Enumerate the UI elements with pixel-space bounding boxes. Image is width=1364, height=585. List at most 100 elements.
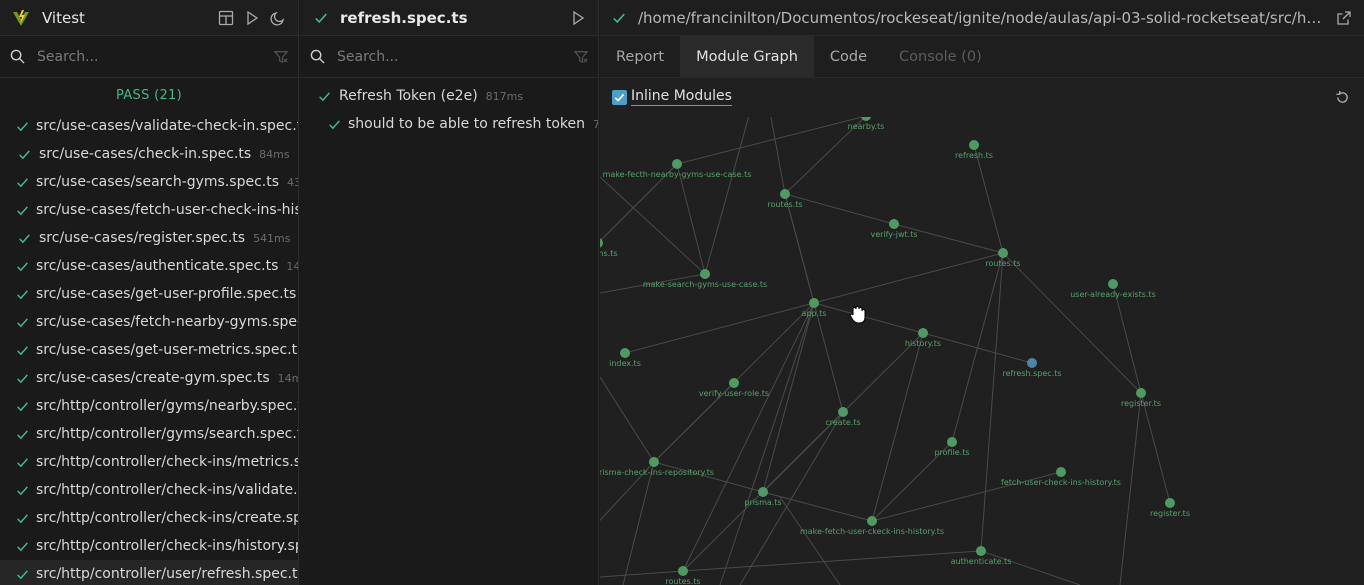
graph-node-dot[interactable] bbox=[918, 328, 928, 338]
test-search-input[interactable] bbox=[337, 48, 574, 65]
graph-node[interactable]: prisma.ts bbox=[744, 487, 782, 507]
tab-module-graph[interactable]: Module Graph bbox=[680, 36, 814, 77]
graph-node[interactable]: create.ts bbox=[825, 407, 861, 427]
graph-node-label: register.ts bbox=[1150, 509, 1190, 518]
graph-node-dot[interactable] bbox=[809, 298, 819, 308]
graph-node[interactable]: authenticate.ts bbox=[951, 546, 1012, 566]
file-row[interactable]: src/use-cases/search-gyms.spec.ts 43ms bbox=[0, 168, 298, 196]
file-row[interactable]: src/http/controller/gyms/search.spec.ts bbox=[0, 420, 298, 448]
test-row[interactable]: should to be able to refresh token 717ms bbox=[300, 110, 598, 138]
file-row[interactable]: src/use-cases/get-user-metrics.spec.ts bbox=[0, 336, 298, 364]
graph-node-dot[interactable] bbox=[780, 189, 790, 199]
run-spec-icon[interactable] bbox=[570, 10, 586, 26]
graph-node[interactable]: verify-user-role.ts bbox=[699, 378, 769, 398]
file-row[interactable]: src/use-cases/register.spec.ts 541ms bbox=[0, 224, 298, 252]
reset-graph-icon[interactable] bbox=[1335, 90, 1350, 105]
graph-node-dot[interactable] bbox=[678, 566, 688, 576]
graph-node-dot[interactable] bbox=[600, 238, 603, 248]
graph-node-label: make-search-gyms-use-case.ts bbox=[643, 280, 767, 289]
file-row[interactable]: src/http/controller/user/refresh.spec.ts bbox=[0, 560, 298, 585]
graph-node[interactable]: routes.ts bbox=[767, 189, 803, 209]
graph-node[interactable]: y-gyms.ts bbox=[600, 238, 618, 258]
graph-node-dot[interactable] bbox=[649, 457, 659, 467]
graph-node-dot[interactable] bbox=[867, 516, 877, 526]
file-row[interactable]: src/use-cases/validate-check-in.spec.ts bbox=[0, 112, 298, 140]
graph-node[interactable]: refresh.spec.ts bbox=[1002, 358, 1062, 378]
graph-node-dot[interactable] bbox=[729, 378, 739, 388]
graph-node[interactable]: routes.ts bbox=[665, 566, 701, 585]
graph-node-dot[interactable] bbox=[672, 159, 682, 169]
dark-mode-icon[interactable] bbox=[270, 10, 286, 26]
test-search-bar bbox=[300, 36, 598, 78]
pass-check-icon bbox=[16, 540, 29, 553]
graph-node-dot[interactable] bbox=[700, 269, 710, 279]
pass-check-icon bbox=[16, 372, 29, 385]
app-title: Vitest bbox=[42, 8, 85, 27]
module-graph[interactable]: nearby.ts refresh.ts make-fecth-nearby-gym… bbox=[600, 117, 1364, 585]
graph-node-dot[interactable] bbox=[838, 407, 848, 417]
filter-clear-icon[interactable] bbox=[274, 50, 288, 64]
run-all-icon[interactable] bbox=[244, 10, 260, 26]
graph-node[interactable]: prisma-check-ins-repository.ts bbox=[600, 457, 714, 477]
graph-node[interactable]: make-fecth-nearby-gyms-use-case.ts bbox=[603, 159, 752, 179]
tab-report[interactable]: Report bbox=[600, 36, 680, 77]
open-external-icon[interactable] bbox=[1336, 10, 1352, 26]
graph-node-dot[interactable] bbox=[861, 117, 871, 121]
graph-node[interactable]: refresh.ts bbox=[955, 140, 993, 160]
suite-row[interactable]: Refresh Token (e2e) 817ms bbox=[300, 82, 598, 110]
graph-node[interactable]: history.ts bbox=[905, 328, 941, 348]
pass-check-icon bbox=[16, 512, 29, 525]
graph-node-dot[interactable] bbox=[1108, 279, 1118, 289]
graph-node[interactable]: user-already-exists.ts bbox=[1070, 279, 1156, 299]
file-row[interactable]: src/http/controller/check-ins/validate.s… bbox=[0, 476, 298, 504]
file-search-input[interactable] bbox=[37, 48, 274, 65]
graph-node-label: index.ts bbox=[609, 359, 641, 368]
graph-node[interactable]: make-fetch-user-ckeck-ins-history.ts bbox=[800, 516, 944, 536]
file-row[interactable]: src/use-cases/fetch-user-check-ins-histo… bbox=[0, 196, 298, 224]
graph-node-dot[interactable] bbox=[998, 248, 1008, 258]
file-row[interactable]: src/use-cases/fetch-nearby-gyms.spec.ts bbox=[0, 308, 298, 336]
file-duration: 84ms bbox=[259, 147, 290, 161]
dashboard-icon[interactable] bbox=[218, 10, 234, 26]
graph-edge bbox=[653, 461, 764, 493]
graph-node-dot[interactable] bbox=[976, 546, 986, 556]
grab-cursor-icon bbox=[849, 305, 867, 325]
graph-node[interactable]: fetch-user-check-ins-history.ts bbox=[1001, 467, 1121, 487]
spec-title: refresh.spec.ts bbox=[340, 8, 468, 27]
graph-node-dot[interactable] bbox=[758, 487, 768, 497]
test-detail-pane: refresh.spec.ts Refresh Token (e2e) 817m… bbox=[300, 0, 599, 585]
file-row[interactable]: src/use-cases/authenticate.spec.ts 141ms bbox=[0, 252, 298, 280]
tab-code[interactable]: Code bbox=[814, 36, 883, 77]
file-row[interactable]: src/http/controller/check-ins/history.sp… bbox=[0, 532, 298, 560]
graph-node[interactable]: make-search-gyms-use-case.ts bbox=[643, 269, 767, 289]
graph-node-dot[interactable] bbox=[969, 140, 979, 150]
module-graph-canvas[interactable]: nearby.ts refresh.ts make-fecth-nearby-gym… bbox=[600, 117, 1364, 585]
graph-node-label: verify-jwt.ts bbox=[870, 230, 917, 239]
pass-count-label: PASS (21) bbox=[116, 87, 182, 103]
file-row[interactable]: src/http/controller/check-ins/metrics.sp… bbox=[0, 448, 298, 476]
graph-edge bbox=[1140, 392, 1171, 504]
filter-clear-icon[interactable] bbox=[574, 50, 588, 64]
file-row[interactable]: src/http/controller/check-ins/create.spe… bbox=[0, 504, 298, 532]
graph-node[interactable]: routes.ts bbox=[985, 248, 1021, 268]
graph-node[interactable]: register.ts bbox=[1121, 388, 1161, 408]
graph-node-dot[interactable] bbox=[1027, 358, 1037, 368]
inline-modules-label[interactable]: Inline Modules bbox=[631, 88, 732, 106]
file-duration: 141ms bbox=[286, 259, 298, 273]
file-row[interactable]: src/http/controller/gyms/nearby.spec.ts bbox=[0, 392, 298, 420]
graph-node-dot[interactable] bbox=[947, 437, 957, 447]
file-row[interactable]: src/use-cases/get-user-profile.spec.ts bbox=[0, 280, 298, 308]
graph-node-dot[interactable] bbox=[1056, 467, 1066, 477]
graph-node[interactable]: index.ts bbox=[609, 348, 641, 368]
graph-node-dot[interactable] bbox=[889, 219, 899, 229]
graph-node[interactable]: profile.ts bbox=[934, 437, 970, 457]
graph-node-dot[interactable] bbox=[1136, 388, 1146, 398]
graph-node[interactable]: verify-jwt.ts bbox=[870, 219, 918, 239]
suite-name: Refresh Token (e2e) bbox=[339, 88, 478, 104]
file-row[interactable]: src/use-cases/create-gym.spec.ts 14ms bbox=[0, 364, 298, 392]
file-row[interactable]: src/use-cases/check-in.spec.ts 84ms bbox=[0, 140, 298, 168]
graph-node[interactable]: register.ts bbox=[1150, 498, 1190, 518]
inline-modules-checkbox[interactable] bbox=[612, 89, 627, 105]
graph-node-dot[interactable] bbox=[1165, 498, 1175, 508]
graph-node-dot[interactable] bbox=[620, 348, 630, 358]
